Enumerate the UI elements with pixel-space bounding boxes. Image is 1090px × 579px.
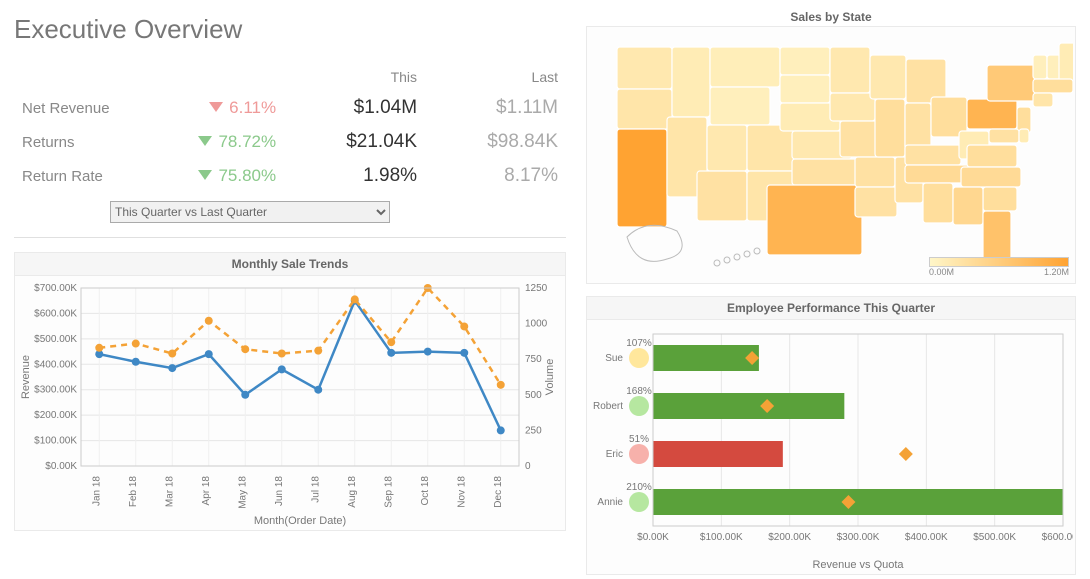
svg-text:Volume: Volume xyxy=(544,359,556,396)
map-legend: 0.00M1.20M xyxy=(929,257,1069,277)
page-title: Executive Overview xyxy=(14,14,566,45)
svg-text:Oct 18: Oct 18 xyxy=(420,476,431,506)
svg-text:$700.00K: $700.00K xyxy=(34,283,77,294)
svg-text:Annie: Annie xyxy=(597,497,623,508)
sales-by-state-title: Sales by State xyxy=(586,10,1076,24)
svg-text:Feb 18: Feb 18 xyxy=(128,476,139,508)
svg-text:500: 500 xyxy=(525,390,542,401)
svg-text:Dec 18: Dec 18 xyxy=(493,476,504,508)
col-this: This xyxy=(284,63,425,91)
svg-text:1250: 1250 xyxy=(525,283,548,294)
delta-down: 6.11% xyxy=(143,91,284,125)
svg-text:Robert: Robert xyxy=(593,401,623,412)
last-value: $1.11M xyxy=(425,91,566,125)
svg-text:Sep 18: Sep 18 xyxy=(383,476,394,508)
last-value: $98.84K xyxy=(425,125,566,159)
svg-text:$200.00K: $200.00K xyxy=(34,410,77,421)
svg-text:Jun 18: Jun 18 xyxy=(274,476,285,506)
divider xyxy=(14,237,566,238)
monthly-trends-chart: $0.00K $100.00K $200.00K $300.00K $400.00K $5… xyxy=(14,275,566,531)
kpi-table: This Last Net Revenue 6.11% $1.04M $1.11… xyxy=(14,63,566,193)
delta-up: 78.72% xyxy=(143,125,284,159)
svg-text:168%: 168% xyxy=(626,386,652,397)
col-last: Last xyxy=(425,63,566,91)
delta-up: 75.80% xyxy=(143,159,284,193)
this-value: 1.98% xyxy=(284,159,425,193)
svg-text:$600.00K: $600.00K xyxy=(1042,532,1073,543)
svg-text:$400.00K: $400.00K xyxy=(34,359,77,370)
svg-text:51%: 51% xyxy=(629,434,649,445)
svg-text:$400.00K: $400.00K xyxy=(905,532,948,543)
svg-text:Aug 18: Aug 18 xyxy=(347,476,358,508)
svg-text:May 18: May 18 xyxy=(237,476,248,509)
svg-text:$100.00K: $100.00K xyxy=(700,532,743,543)
monthly-trends-title: Monthly Sale Trends xyxy=(14,252,566,275)
sales-by-state-map: 0.00M1.20M xyxy=(586,26,1076,284)
svg-text:$0.00K: $0.00K xyxy=(637,532,669,543)
svg-text:Nov 18: Nov 18 xyxy=(456,476,467,508)
row-label: Returns xyxy=(14,125,143,159)
svg-text:$600.00K: $600.00K xyxy=(34,308,77,319)
svg-text:0: 0 xyxy=(525,461,531,472)
triangle-down-icon xyxy=(198,136,212,146)
svg-text:1000: 1000 xyxy=(525,319,548,330)
svg-text:Eric: Eric xyxy=(606,449,623,460)
svg-text:$0.00K: $0.00K xyxy=(45,461,77,472)
svg-text:$500.00K: $500.00K xyxy=(973,532,1016,543)
this-value: $1.04M xyxy=(284,91,425,125)
svg-text:$300.00K: $300.00K xyxy=(34,385,77,396)
svg-text:107%: 107% xyxy=(626,338,652,349)
svg-text:Month(Order Date): Month(Order Date) xyxy=(254,515,346,527)
triangle-down-icon xyxy=(198,170,212,180)
row-label: Net Revenue xyxy=(14,91,143,125)
last-value: 8.17% xyxy=(425,159,566,193)
row-label: Return Rate xyxy=(14,159,143,193)
svg-text:Jul 18: Jul 18 xyxy=(310,476,321,503)
table-row: Return Rate 75.80% 1.98% 8.17% xyxy=(14,159,566,193)
table-row: Net Revenue 6.11% $1.04M $1.11M xyxy=(14,91,566,125)
svg-text:Revenue vs Quota: Revenue vs Quota xyxy=(812,559,904,571)
svg-text:Revenue: Revenue xyxy=(20,355,32,399)
employee-perf-chart: $0.00K $100.00K $200.00K $300.00K $400.00K $5… xyxy=(586,319,1076,575)
svg-text:$200.00K: $200.00K xyxy=(768,532,811,543)
employee-perf-title: Employee Performance This Quarter xyxy=(586,296,1076,319)
svg-text:250: 250 xyxy=(525,425,542,436)
svg-text:Jan 18: Jan 18 xyxy=(91,476,102,506)
this-value: $21.04K xyxy=(284,125,425,159)
period-selector[interactable]: This Quarter vs Last Quarter xyxy=(110,201,390,223)
svg-text:Apr 18: Apr 18 xyxy=(201,476,212,506)
svg-text:$300.00K: $300.00K xyxy=(837,532,880,543)
triangle-down-icon xyxy=(209,102,223,112)
table-row: Returns 78.72% $21.04K $98.84K xyxy=(14,125,566,159)
svg-text:$500.00K: $500.00K xyxy=(34,334,77,345)
svg-text:Sue: Sue xyxy=(605,353,623,364)
svg-text:210%: 210% xyxy=(626,482,652,493)
svg-text:$100.00K: $100.00K xyxy=(34,436,77,447)
gradient-legend-icon xyxy=(929,257,1069,267)
svg-text:750: 750 xyxy=(525,354,542,365)
svg-text:Mar 18: Mar 18 xyxy=(164,476,175,508)
